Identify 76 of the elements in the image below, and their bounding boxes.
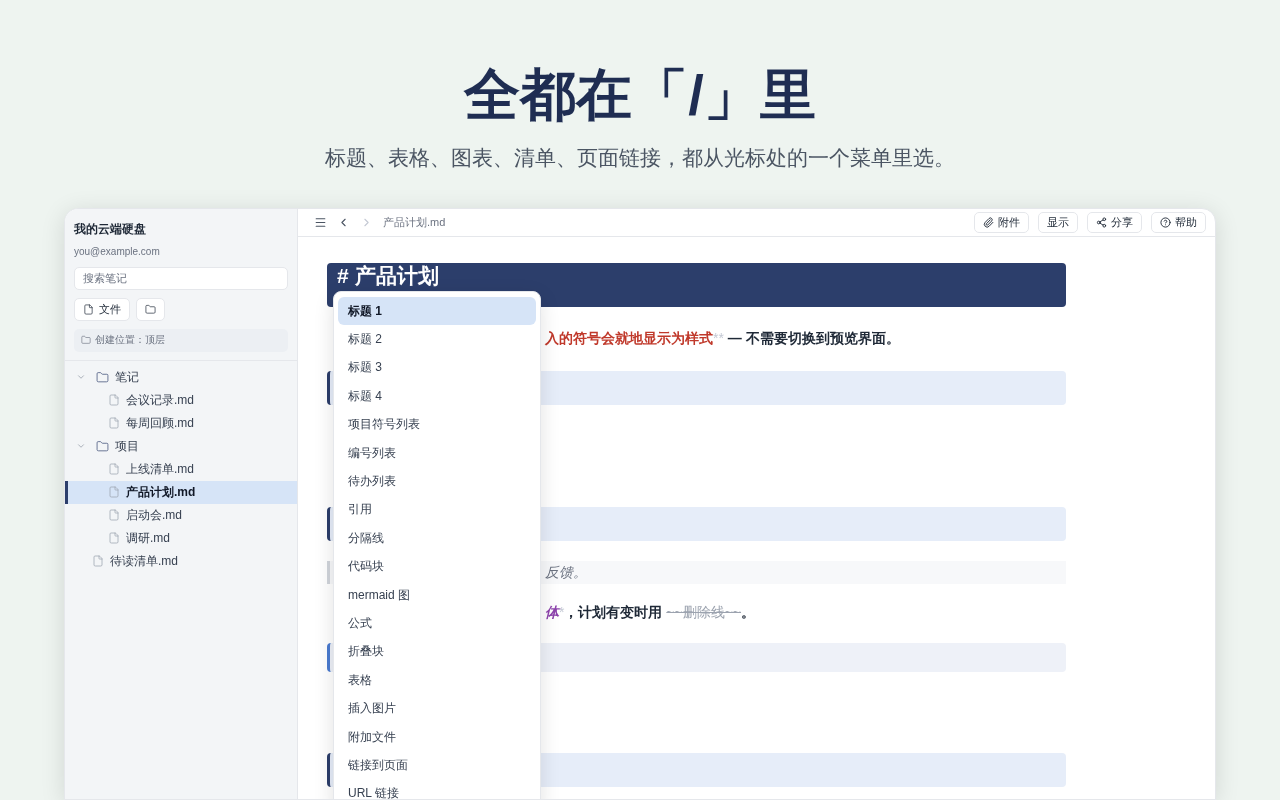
chevron-icon[interactable] bbox=[76, 441, 86, 451]
tree-item[interactable]: 调研.md bbox=[65, 526, 297, 550]
new-file-button[interactable]: 文件 bbox=[74, 297, 130, 321]
menu-item[interactable]: 公式 bbox=[338, 608, 536, 638]
toolbar-button[interactable]: 分享 bbox=[1087, 211, 1142, 233]
menu-item[interactable]: 标题 1 bbox=[338, 296, 536, 325]
menu-item[interactable]: URL 链接 bbox=[338, 779, 536, 799]
tree-item[interactable]: 会议记录.md bbox=[65, 388, 297, 412]
strikethrough-text: ~~删除线~~ bbox=[666, 603, 742, 622]
tree-item[interactable]: 待读清单.md bbox=[65, 549, 297, 573]
tree-item[interactable]: 项目 bbox=[65, 434, 297, 458]
file-icon bbox=[108, 463, 120, 475]
menu-item[interactable]: 插入图片 bbox=[338, 693, 536, 723]
new-folder-button[interactable] bbox=[136, 297, 165, 321]
menu-item[interactable]: 链接到页面 bbox=[338, 750, 536, 780]
menu-item[interactable]: mermaid 图 bbox=[338, 580, 536, 609]
menu-item[interactable]: 项目符号列表 bbox=[338, 410, 536, 439]
location-text: 创建位置：顶层 bbox=[95, 332, 165, 347]
account-email: you@example.com bbox=[74, 244, 161, 259]
file-icon bbox=[92, 555, 104, 567]
chevron-icon[interactable] bbox=[76, 372, 86, 382]
file-icon bbox=[108, 486, 120, 498]
bold-text: 入的符号会就地显示为样式 bbox=[545, 329, 713, 348]
tree-label: 待读清单.md bbox=[110, 553, 178, 570]
menu-item[interactable]: 标题 4 bbox=[338, 381, 536, 411]
menu-icon[interactable] bbox=[314, 215, 327, 229]
markdown-marker: ** bbox=[713, 329, 724, 348]
menu-item[interactable]: 附加文件 bbox=[338, 722, 536, 751]
help-icon bbox=[1160, 216, 1171, 228]
tree-label: 每周回顾.md bbox=[126, 415, 194, 432]
hero-title: 全都在「/」里 bbox=[464, 62, 816, 128]
breadcrumb: 产品计划.md bbox=[383, 214, 446, 230]
menu-item[interactable]: 分隔线 bbox=[338, 523, 536, 552]
paragraph-text: — 不需要切换到预览界面。 bbox=[726, 329, 900, 348]
tree-item[interactable]: 产品计划.md bbox=[65, 480, 297, 504]
italic-text: 体 bbox=[545, 603, 559, 622]
tree-label: 上线清单.md bbox=[126, 461, 194, 478]
paragraph-text: ，计划有变时用 bbox=[564, 603, 664, 622]
file-icon bbox=[108, 394, 120, 406]
menu-item[interactable]: 编号列表 bbox=[338, 438, 536, 467]
menu-item[interactable]: 引用 bbox=[338, 495, 536, 524]
menu-item[interactable]: 待办列表 bbox=[338, 466, 536, 496]
tree-label: 会议记录.md bbox=[126, 392, 194, 409]
menu-item[interactable]: 折叠块 bbox=[338, 637, 536, 666]
tree-label: 项目 bbox=[115, 438, 139, 455]
file-icon bbox=[83, 303, 94, 315]
account-name: 我的云端硬盘 bbox=[74, 220, 147, 238]
tree-item[interactable]: 每周回顾.md bbox=[65, 411, 297, 435]
menu-item[interactable]: 标题 3 bbox=[338, 353, 536, 382]
toolbar-button[interactable]: 帮助 bbox=[1151, 211, 1206, 233]
tree-label: 产品计划.md bbox=[126, 484, 196, 501]
file-icon bbox=[108, 509, 120, 521]
toolbar-button[interactable]: 显示 bbox=[1038, 211, 1078, 233]
toolbar-button[interactable]: 附件 bbox=[974, 211, 1029, 233]
paperclip-icon bbox=[983, 216, 994, 228]
markdown-marker: * bbox=[559, 603, 565, 622]
share-icon bbox=[1096, 216, 1107, 228]
quote-text: 反馈。 bbox=[545, 562, 587, 582]
tree-item[interactable]: 笔记 bbox=[65, 365, 297, 389]
folder-icon bbox=[96, 370, 109, 384]
menu-item[interactable]: 代码块 bbox=[338, 552, 536, 581]
file-icon bbox=[108, 417, 120, 429]
folder-icon bbox=[145, 303, 156, 315]
tree-label: 调研.md bbox=[126, 530, 170, 547]
paragraph-text: 。 bbox=[741, 603, 756, 622]
folder-icon bbox=[81, 335, 91, 345]
search-field[interactable]: 搜索笔记 bbox=[74, 266, 288, 290]
tree-item[interactable]: 启动会.md bbox=[65, 503, 297, 527]
hero-subtitle: 标题、表格、图表、清单、页面链接，都从光标处的一个菜单里选。 bbox=[325, 145, 955, 171]
menu-item[interactable]: 表格 bbox=[338, 665, 536, 694]
menu-item[interactable]: 标题 2 bbox=[338, 324, 536, 354]
tree-label: 笔记 bbox=[115, 369, 139, 386]
tree-label: 启动会.md bbox=[126, 507, 182, 524]
file-icon bbox=[108, 532, 120, 544]
folder-icon bbox=[96, 439, 109, 453]
tree-item[interactable]: 上线清单.md bbox=[65, 457, 297, 481]
